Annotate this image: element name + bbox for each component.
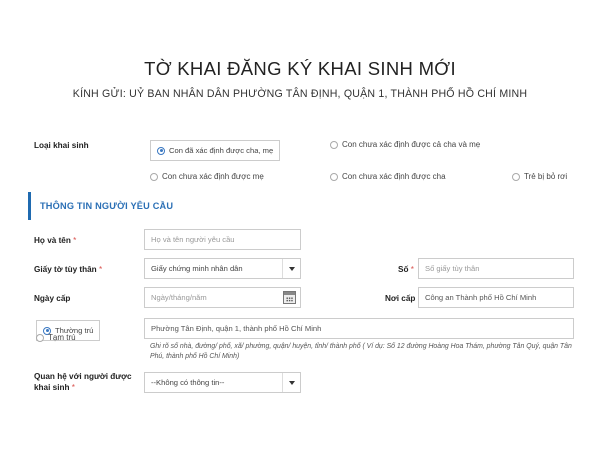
birth-type-label: Loại khai sinh bbox=[34, 141, 89, 150]
relationship-selected-value: --Không có thông tin-- bbox=[151, 378, 225, 387]
radio-icon bbox=[330, 140, 338, 149]
radio-icon bbox=[330, 172, 338, 181]
radio-label: Con chưa xác định được cha bbox=[342, 172, 446, 181]
issue-date-label: Ngày cấp bbox=[34, 294, 71, 303]
radio-icon bbox=[36, 333, 44, 342]
id-doc-label: Giấy tờ tùy thân * bbox=[34, 264, 102, 275]
issue-date-input[interactable]: Ngày/tháng/năm bbox=[144, 287, 301, 308]
required-mark: * bbox=[71, 383, 75, 392]
radio-label: Trẻ bị bỏ rơi bbox=[524, 172, 568, 181]
full-name-label-text: Họ và tên bbox=[34, 236, 71, 245]
relationship-label-line2: khai sinh bbox=[34, 383, 70, 392]
required-mark: * bbox=[98, 265, 103, 274]
radio-icon bbox=[150, 172, 158, 181]
address-hint-text: Ghi rõ số nhà, đường/ phố, xã/ phường, q… bbox=[150, 343, 572, 360]
birth-type-option-mother-unknown[interactable]: Con chưa xác định được mẹ bbox=[150, 172, 264, 181]
id-doc-select[interactable]: Giấy chứng minh nhân dân bbox=[144, 258, 301, 279]
residence-option-temporary[interactable]: Tạm trú bbox=[36, 333, 76, 342]
relationship-select[interactable]: --Không có thông tin-- bbox=[144, 372, 301, 393]
id-number-input[interactable]: Số giấy tùy thân bbox=[418, 258, 574, 279]
section-title: THÔNG TIN NGƯỜI YÊU CẦU bbox=[40, 201, 174, 211]
section-accent-bar bbox=[28, 192, 31, 220]
full-name-input[interactable]: Họ và tên người yêu cầu bbox=[144, 229, 301, 250]
requester-section-header: THÔNG TIN NGƯỜI YÊU CẦU bbox=[28, 192, 576, 220]
calendar-icon[interactable] bbox=[283, 291, 296, 304]
radio-label: Con đã xác định được cha, mẹ bbox=[169, 146, 274, 155]
birth-type-option-abandoned[interactable]: Trẻ bị bỏ rơi bbox=[512, 172, 567, 181]
id-doc-label-text: Giấy tờ tùy thân bbox=[34, 265, 97, 274]
required-mark: * bbox=[73, 236, 77, 245]
radio-icon bbox=[512, 172, 520, 181]
radio-selected-icon bbox=[157, 146, 165, 155]
form-title: TỜ KHAI ĐĂNG KÝ KHAI SINH MỚI bbox=[144, 58, 456, 79]
required-mark: * bbox=[410, 265, 414, 274]
chevron-down-icon bbox=[282, 373, 300, 392]
birth-type-option-father-unknown[interactable]: Con chưa xác định được cha bbox=[330, 172, 446, 181]
radio-label: Con chưa xác định được cả cha và mẹ bbox=[342, 140, 481, 149]
birth-type-option-both-known[interactable]: Con đã xác định được cha, mẹ bbox=[150, 140, 281, 161]
birth-type-option-neither-known[interactable]: Con chưa xác định được cả cha và mẹ bbox=[330, 140, 480, 149]
issue-place-input[interactable]: Công an Thành phố Hồ Chí Minh bbox=[418, 287, 574, 308]
issue-date-placeholder: Ngày/tháng/năm bbox=[151, 293, 207, 302]
relationship-label: Quan hệ với người được khai sinh * bbox=[34, 371, 132, 393]
id-number-label-text: Số bbox=[398, 265, 409, 274]
radio-label: Tạm trú bbox=[48, 333, 76, 342]
issue-place-label: Nơi cấp bbox=[385, 294, 416, 303]
relationship-label-line1: Quan hệ với người được bbox=[34, 372, 132, 381]
residence-address-input[interactable]: Phường Tân Định, quận 1, thành phố Hồ Ch… bbox=[144, 318, 574, 339]
radio-label: Con chưa xác định được mẹ bbox=[162, 172, 264, 181]
id-doc-selected-value: Giấy chứng minh nhân dân bbox=[151, 264, 243, 273]
form-subtitle: KÍNH GỬI: UỶ BAN NHÂN DÂN PHƯỜNG TÂN ĐỊN… bbox=[72, 88, 528, 100]
full-name-label: Họ và tên * bbox=[34, 235, 76, 246]
id-number-label: Số * bbox=[398, 264, 414, 275]
chevron-down-icon bbox=[282, 259, 300, 278]
